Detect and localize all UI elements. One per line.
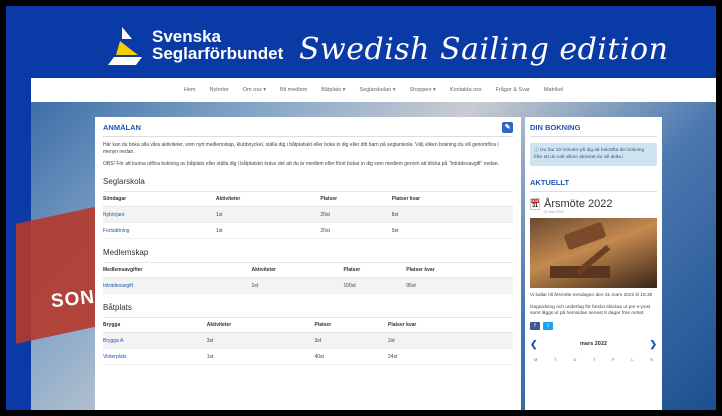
booking-info-box: ⓘ Du har 10 minuter på dig att bekräfta … — [530, 143, 657, 166]
nav-item-bli-medlem[interactable]: Bli medlem — [280, 87, 307, 93]
social-share: f t — [530, 321, 657, 330]
news-text-1: Vi kallar till årsmöte torsdagen den 31 … — [530, 293, 653, 298]
cell: 1st — [206, 348, 315, 365]
news-date: 31 mar 2022 — [544, 210, 564, 214]
section-title-seglarskola: Seglarskola — [103, 177, 145, 186]
weekday: T — [554, 356, 557, 362]
col-header: Aktiviteter — [206, 317, 315, 333]
app-frame: Svenska Seglarförbundet Swedish Sailing … — [6, 6, 716, 410]
weekday: L — [631, 356, 634, 362]
table-row: Vinterplats 1st 40st 24st — [103, 348, 513, 365]
weekday: T — [593, 356, 596, 362]
col-header: Platser — [320, 191, 392, 207]
seglarskola-table: Söndagar Aktiviteter Platser Platser kvar N… — [103, 191, 513, 239]
news-text-2: Dagordning och underlag för beslut skick… — [530, 304, 651, 317]
facebook-icon[interactable]: f — [530, 321, 540, 330]
nav-item-fragor-svar[interactable]: Frågor & Svar — [496, 87, 530, 93]
col-header: Platser — [314, 317, 389, 333]
cell: 20st — [320, 222, 392, 239]
nav-item-shoppen[interactable]: Shoppen ▾ — [410, 87, 436, 93]
col-header: Platser — [343, 262, 407, 278]
calendar-date-icon: MAR 31 — [530, 198, 540, 210]
col-header: Söndagar — [103, 191, 216, 207]
nav-item-batplats[interactable]: Båtplats ▾ — [321, 87, 345, 93]
col-header: Platser kvar — [406, 262, 513, 278]
sidebar: DIN BOKNING ⓘ Du har 10 minuter på dig a… — [525, 117, 662, 410]
cell: 9st — [391, 222, 513, 239]
cell: 1st — [215, 206, 321, 223]
weekday: F — [612, 356, 615, 362]
news-section-title: AKTUELLT — [530, 178, 657, 192]
cell: 40st — [314, 348, 389, 365]
row-link[interactable]: Inträdesavgift — [103, 277, 252, 294]
cell: 3st — [314, 332, 389, 349]
sailing-logo-icon[interactable] — [102, 25, 146, 69]
booking-title: DIN BOKNING — [530, 123, 657, 137]
medlemskap-table: Medlemsavgifter Aktiviteter Platser Platser… — [103, 262, 513, 294]
calendar-month: mars 2022 — [580, 341, 607, 347]
brand-line-2: Seglarförbundet — [152, 44, 284, 63]
membership-note: OBS! För att kunna utföra bokning av båt… — [103, 161, 499, 167]
gavel-illustration — [550, 222, 611, 278]
edition-title: Swedish Sailing edition — [299, 32, 669, 67]
cell: 3st — [206, 332, 315, 349]
gavel-image[interactable] — [530, 218, 657, 288]
prev-month-icon[interactable]: ❮ — [530, 339, 538, 350]
edit-icon[interactable]: ✎ — [502, 122, 513, 133]
sail-lettering: SON — [49, 286, 97, 313]
intro-text: Här kan du boka alla våra aktiviteter, s… — [103, 142, 499, 155]
section-title-batplats: Båtplats — [103, 303, 132, 312]
col-header: Brygga — [103, 317, 207, 333]
news-day: 31 — [532, 203, 538, 209]
col-header: Aktiviteter — [251, 262, 344, 278]
calendar-header: ❮ mars 2022 ❯ — [530, 339, 657, 350]
cell: 1st — [215, 222, 321, 239]
booking-info-text: Du har 10 minuter på dig att bekräfta di… — [534, 148, 645, 160]
nav-item-matrikel[interactable]: Matrikel — [544, 87, 563, 93]
booking-panel: ANMÄLAN ✎ Här kan du boka alla våra akti… — [95, 117, 521, 410]
nav-item-nyheter[interactable]: Nyheter — [210, 87, 229, 93]
col-header: Medlemsavgifter — [103, 262, 252, 278]
nav-item-seglarskolan[interactable]: Seglarskolan ▾ — [359, 87, 395, 93]
nav-item-hem[interactable]: Hem — [184, 87, 196, 93]
cell: 24st — [388, 348, 513, 365]
cell: 8st — [391, 206, 513, 223]
table-row: Nybörjare 1st 20st 8st — [103, 206, 513, 223]
calendar-weekdays: M T O T F L S — [530, 357, 657, 362]
cell: 1st — [251, 277, 344, 294]
cell: 20st — [320, 206, 392, 223]
next-month-icon[interactable]: ❯ — [649, 339, 657, 350]
col-header: Platser kvar — [391, 191, 513, 207]
row-link[interactable]: Brygga A — [103, 332, 207, 349]
weekday: S — [650, 356, 653, 362]
panel-title: ANMÄLAN ✎ — [103, 122, 513, 137]
weekday: O — [573, 356, 577, 362]
cell: 2st — [388, 332, 513, 349]
nav-item-om-oss[interactable]: Om oss ▾ — [243, 87, 266, 93]
weekday: M — [534, 356, 538, 362]
section-title-medlemskap: Medlemskap — [103, 248, 149, 257]
row-link[interactable]: Fortsättning — [103, 222, 216, 239]
twitter-icon[interactable]: t — [543, 321, 553, 330]
nav-item-kontakta-oss[interactable]: Kontakta oss — [450, 87, 482, 93]
table-row: Inträdesavgift 1st 100st 95st — [103, 277, 513, 294]
panel-title-text: ANMÄLAN — [103, 123, 141, 132]
cell: 100st — [343, 277, 407, 294]
news-header: MAR 31 Årsmöte 2022 31 mar 2022 — [530, 198, 657, 214]
news-headline[interactable]: Årsmöte 2022 — [544, 198, 612, 210]
table-row: Brygga A 3st 3st 2st — [103, 332, 513, 349]
site-header: Svenska Seglarförbundet Swedish Sailing … — [31, 14, 716, 72]
col-header: Aktiviteter — [215, 191, 321, 207]
main-navigation: Hem Nyheter Om oss ▾ Bli medlem Båtplats… — [31, 78, 716, 102]
row-link[interactable]: Nybörjare — [103, 206, 216, 223]
col-header: Platser kvar — [388, 317, 513, 333]
row-link[interactable]: Vinterplats — [103, 348, 207, 365]
table-row: Fortsättning 1st 20st 9st — [103, 222, 513, 239]
cell: 95st — [406, 277, 513, 294]
batplats-table: Brygga Aktiviteter Platser Platser kvar Bry… — [103, 317, 513, 365]
